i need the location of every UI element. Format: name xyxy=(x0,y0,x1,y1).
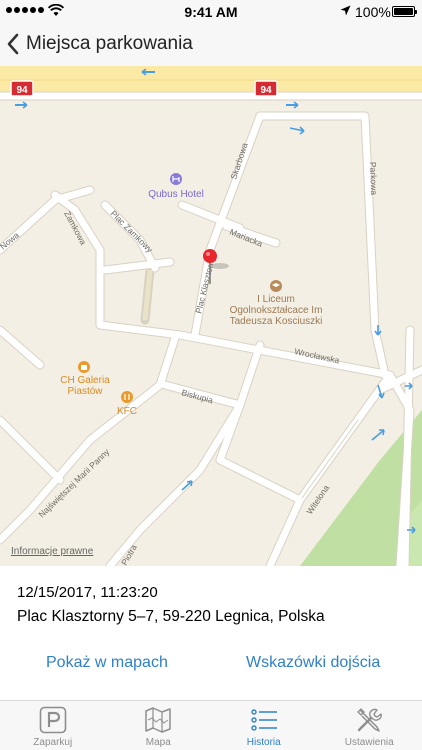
tab-label: Mapa xyxy=(145,737,171,748)
tab-ustawienia[interactable]: Ustawienia xyxy=(317,701,422,750)
hotel-icon xyxy=(170,173,182,185)
list-icon xyxy=(251,709,277,731)
tab-label: Zaparkuj xyxy=(33,737,73,748)
battery-icon xyxy=(392,6,417,17)
shopping-icon xyxy=(78,361,90,373)
tab-bar: Zaparkuj Mapa Historia Ustawienia xyxy=(0,700,422,750)
tab-mapa[interactable]: Mapa xyxy=(106,701,212,750)
school-icon xyxy=(270,280,282,292)
back-button[interactable]: Miejsca parkowania xyxy=(6,30,193,58)
page-title: Miejsca parkowania xyxy=(26,33,193,54)
street-label: Parkowa xyxy=(368,162,379,196)
svg-text:94: 94 xyxy=(260,85,272,96)
restaurant-icon xyxy=(121,391,133,403)
location-arrow-icon xyxy=(340,5,351,16)
tab-label: Ustawienia xyxy=(344,737,394,748)
directions-button[interactable]: Wskazówki dojścia xyxy=(246,654,380,672)
poi-label: KFC xyxy=(117,406,137,417)
chevron-left-icon xyxy=(7,33,19,55)
parking-icon xyxy=(39,706,67,734)
map-icon xyxy=(145,707,171,733)
poi-label: Qubus Hotel xyxy=(148,189,204,200)
parking-details: 12/15/2017, 11:23:20 Plac Klasztorny 5–7… xyxy=(0,566,422,700)
map-canvas[interactable]: 94 94 Skarbowa Parkowa Mariacka Plac Zam… xyxy=(0,66,422,566)
tab-historia[interactable]: Historia xyxy=(211,701,317,750)
tools-icon xyxy=(357,708,383,732)
navigation-bar: Miejsca parkowania xyxy=(0,22,422,66)
legal-info-link[interactable]: Informacje prawne xyxy=(11,546,93,557)
show-in-maps-button[interactable]: Pokaż w mapach xyxy=(46,654,168,672)
map-view[interactable]: 94 94 Skarbowa Parkowa Mariacka Plac Zam… xyxy=(0,66,422,566)
poi-label: I Liceum Ogolnokształcace Im Tadeusza Ko… xyxy=(229,294,323,327)
parking-address: Plac Klasztorny 5–7, 59-220 Legnica, Pol… xyxy=(17,608,325,625)
battery-percentage: 100% xyxy=(355,4,391,20)
poi-label: CH Galeria Piastów xyxy=(60,375,110,397)
parking-datetime: 12/15/2017, 11:23:20 xyxy=(17,584,158,601)
svg-text:94: 94 xyxy=(16,85,28,96)
status-bar: 9:41 AM 100% xyxy=(0,0,422,22)
tab-zaparkuj[interactable]: Zaparkuj xyxy=(0,701,106,750)
tab-label: Historia xyxy=(246,737,281,748)
